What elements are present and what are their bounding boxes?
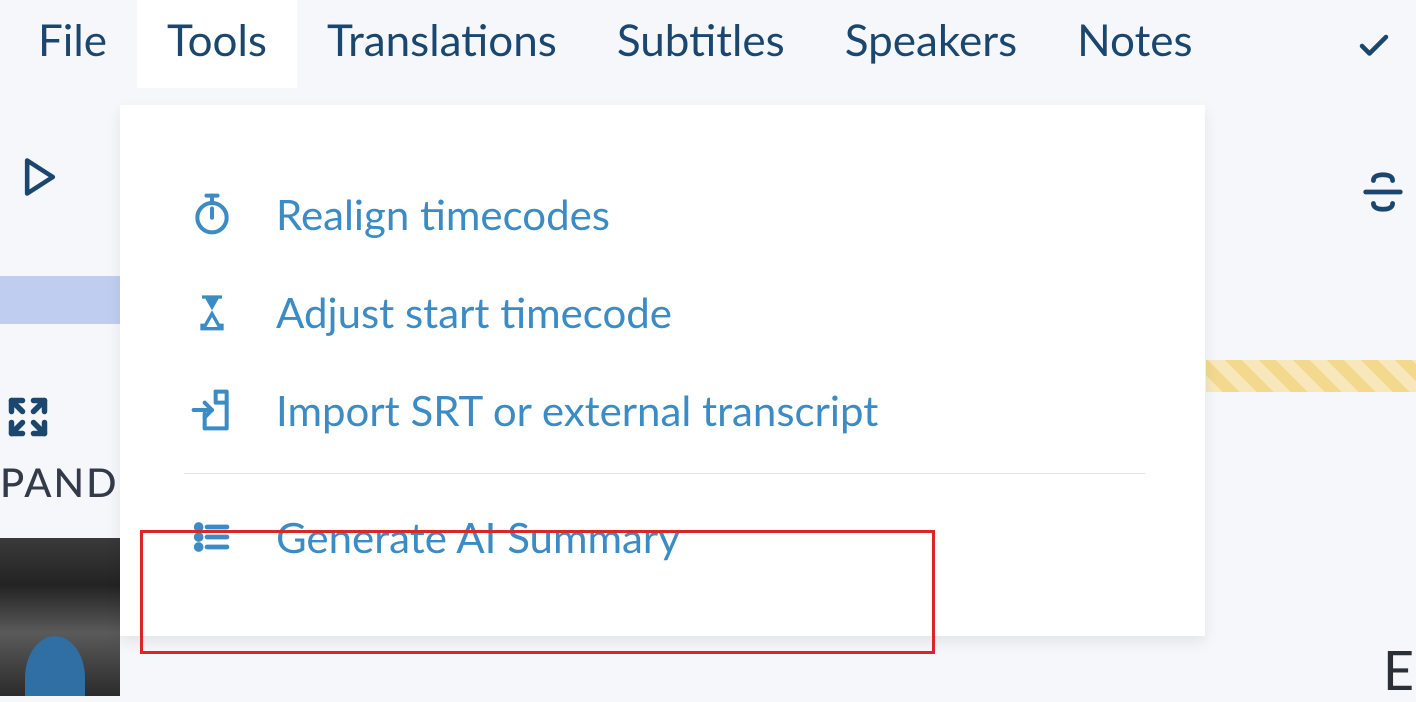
dropdown-adjust-start-timecode[interactable]: Adjust start timecode	[120, 263, 1205, 361]
stopwatch-icon	[184, 192, 240, 236]
dropdown-label: Import SRT or external transcript	[276, 385, 878, 435]
selection-strip	[0, 276, 120, 324]
dropdown-import-srt[interactable]: Import SRT or external transcript	[120, 361, 1205, 459]
video-thumbnail[interactable]	[0, 538, 120, 696]
dropdown-generate-ai-summary[interactable]: Generate AI Summary	[120, 488, 1205, 586]
check-icon	[1350, 28, 1398, 64]
menu-tools[interactable]: Tools	[137, 0, 297, 88]
expand-icon[interactable]	[6, 395, 50, 443]
menu-translations[interactable]: Translations	[297, 0, 587, 88]
cropped-letter: E	[1383, 637, 1414, 702]
menubar: File Tools Translations Subtitles Speake…	[0, 0, 1416, 105]
hatch-strip	[1206, 360, 1416, 392]
dropdown-label: Realign timecodes	[276, 189, 610, 239]
dropdown-label: Adjust start timecode	[276, 287, 672, 337]
menu-notes[interactable]: Notes	[1047, 0, 1222, 88]
dropdown-divider	[184, 473, 1145, 474]
partial-label: PAND	[0, 458, 119, 506]
hourglass-icon	[184, 290, 240, 334]
menu-file[interactable]: File	[8, 0, 137, 88]
strikethrough-icon[interactable]	[1360, 169, 1406, 219]
tools-dropdown: Realign timecodes Adjust start timecode …	[120, 105, 1205, 636]
play-icon[interactable]	[18, 155, 62, 203]
dropdown-label: Generate AI Summary	[276, 512, 680, 562]
import-icon	[184, 388, 240, 432]
list-icon	[184, 517, 240, 557]
menu-speakers[interactable]: Speakers	[815, 0, 1047, 88]
menu-subtitles[interactable]: Subtitles	[587, 0, 815, 88]
dropdown-realign-timecodes[interactable]: Realign timecodes	[120, 165, 1205, 263]
